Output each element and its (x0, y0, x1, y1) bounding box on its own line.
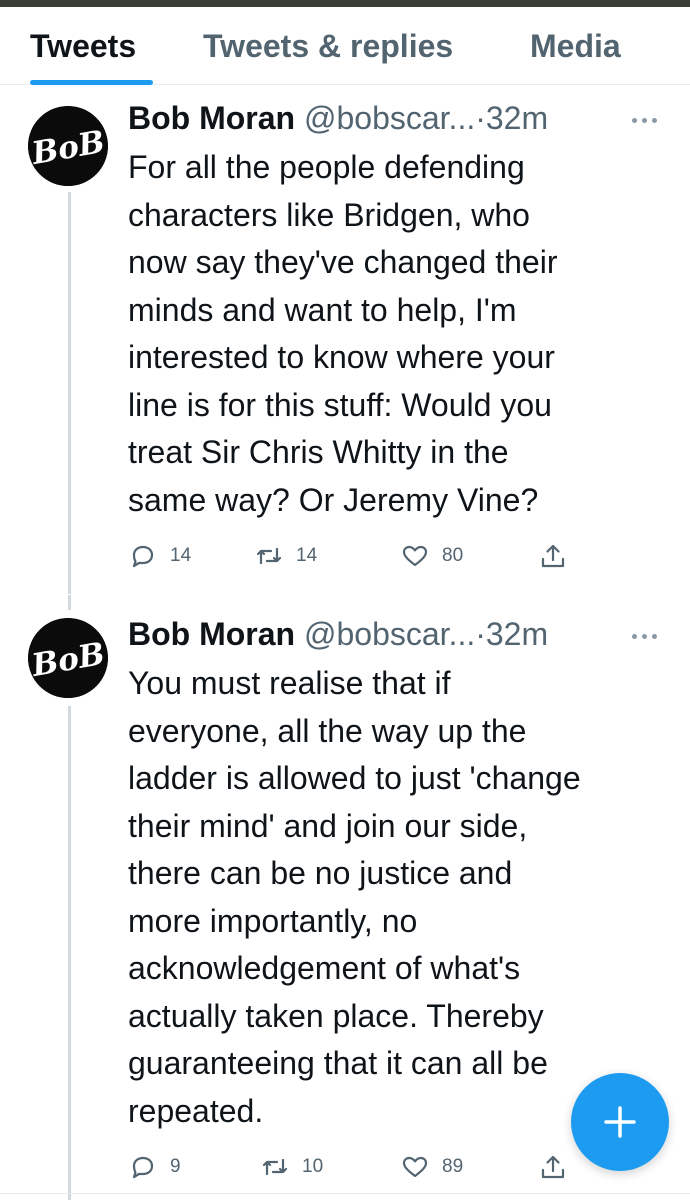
share-button[interactable] (540, 1152, 566, 1182)
avatar-logo: BoB (28, 618, 108, 698)
retweet-icon (262, 1158, 288, 1176)
share-button[interactable] (540, 541, 566, 571)
reply-button[interactable]: 9 (130, 1152, 181, 1182)
retweet-button[interactable]: 14 (256, 541, 317, 571)
reply-icon (132, 545, 154, 568)
status-strip (0, 0, 690, 7)
like-count: 89 (442, 1156, 464, 1177)
compose-tweet-button[interactable] (571, 1073, 669, 1171)
avatar[interactable]: BoB (28, 106, 108, 186)
reply-count: 14 (170, 545, 192, 566)
divider (0, 594, 690, 595)
heart-icon (402, 1156, 428, 1178)
tweet-header: Bob Moran @bobscar...·32m (128, 614, 548, 654)
author-handle[interactable]: @bobscar... (304, 616, 475, 652)
avatar[interactable]: BoB (28, 618, 108, 698)
like-count: 80 (442, 545, 464, 566)
like-button[interactable]: 80 (402, 541, 463, 571)
tab-tweets[interactable]: Tweets (30, 28, 136, 65)
separator-dot: · (475, 616, 486, 652)
avatar-logo: BoB (28, 106, 108, 186)
timestamp[interactable]: 32m (486, 100, 548, 136)
thread-line (68, 706, 71, 1200)
timestamp[interactable]: 32m (486, 616, 548, 652)
more-icon[interactable] (628, 110, 662, 130)
tweet-text: For all the people defending characters … (128, 149, 558, 518)
author-handle[interactable]: @bobscar... (304, 100, 475, 136)
author-name[interactable]: Bob Moran (128, 616, 295, 652)
reply-button[interactable]: 14 (130, 541, 191, 571)
tab-media[interactable]: Media (530, 28, 621, 65)
heart-icon (402, 545, 428, 567)
like-button[interactable]: 89 (402, 1152, 463, 1182)
tab-tweets-and-replies[interactable]: Tweets & replies (203, 28, 453, 65)
plus-icon (604, 1106, 636, 1138)
share-icon (541, 544, 565, 568)
tweet-header: Bob Moran @bobscar...·32m (128, 98, 548, 138)
reply-icon (132, 1156, 154, 1179)
profile-tabs: Tweets Tweets & replies Media (0, 7, 690, 85)
separator-dot: · (475, 100, 486, 136)
thread-line (68, 192, 71, 610)
retweet-icon (256, 547, 282, 565)
retweet-button[interactable]: 10 (262, 1152, 323, 1182)
active-tab-indicator (30, 80, 153, 85)
share-icon (541, 1155, 565, 1179)
tweet-text: You must realise that if everyone, all t… (128, 665, 581, 1129)
more-icon[interactable] (628, 626, 662, 646)
bottom-divider (0, 1193, 690, 1194)
retweet-count: 14 (296, 545, 318, 566)
retweet-count: 10 (302, 1156, 324, 1177)
author-name[interactable]: Bob Moran (128, 100, 295, 136)
reply-count: 9 (170, 1156, 181, 1177)
